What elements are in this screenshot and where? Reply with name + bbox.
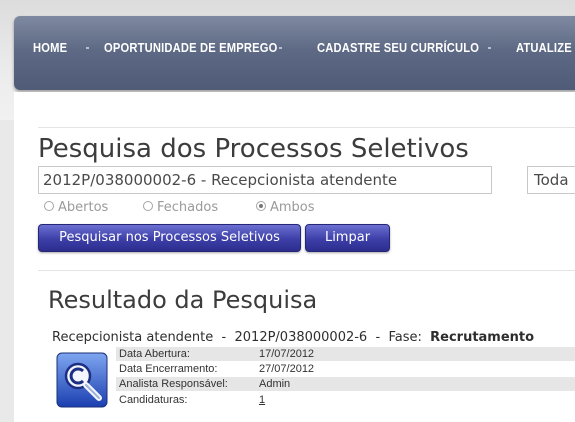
nav-home[interactable]: HOME <box>33 36 67 60</box>
detail-label: Analista Responsável: <box>119 378 228 390</box>
result-job-title[interactable]: Recepcionista atendente <box>52 330 213 345</box>
detail-row-applications: Candidaturas: 1 <box>116 393 575 407</box>
applications-count-link[interactable]: 1 <box>259 393 265 407</box>
clear-button[interactable]: Limpar <box>305 224 390 252</box>
nav-register-resume[interactable]: CADASTRE SEU CURRÍCULO <box>317 36 479 60</box>
radio-ambos[interactable]: Ambos <box>256 200 315 215</box>
main-navigation: HOME OPORTUNIDADE DE EMPREGO CADASTRE SE… <box>14 16 575 90</box>
radio-label: Abertos <box>58 200 109 215</box>
result-process-code: 2012P/038000002-6 <box>234 330 368 345</box>
divider <box>38 127 575 128</box>
detail-value: Admin <box>259 378 291 390</box>
search-button[interactable]: Pesquisar nos Processos Seletivos <box>38 224 301 252</box>
radio-label: Fechados <box>157 200 219 215</box>
status-select[interactable]: Toda <box>527 166 575 194</box>
nav-separator <box>86 47 89 49</box>
detail-row-analyst: Analista Responsável: Admin <box>116 377 575 391</box>
result-phase-label: Fase: <box>388 330 422 345</box>
radio-button-icon[interactable] <box>143 200 153 211</box>
radio-fechados[interactable]: Fechados <box>143 200 218 215</box>
result-summary[interactable]: Recepcionista atendente - 2012P/03800000… <box>52 330 534 345</box>
nav-separator <box>488 47 491 49</box>
radio-label: Ambos <box>270 200 315 215</box>
result-separator: - <box>221 330 227 345</box>
detail-value: 17/07/2012 <box>259 348 315 360</box>
nav-job-opportunities[interactable]: OPORTUNIDADE DE EMPREGO <box>104 36 278 60</box>
radio-button-icon[interactable] <box>44 200 54 211</box>
detail-label: Data Encerramento: <box>119 363 218 375</box>
detail-row-closing-date: Data Encerramento: 27/07/2012 <box>116 362 575 376</box>
search-input[interactable] <box>38 166 492 194</box>
result-phase-value: Recrutamento <box>430 330 535 345</box>
divider <box>38 270 575 271</box>
nav-separator <box>279 47 282 49</box>
radio-button-selected-icon[interactable] <box>256 200 266 211</box>
detail-label: Data Abertura: <box>119 348 190 360</box>
detail-row-opening-date: Data Abertura: 17/07/2012 <box>116 347 575 361</box>
detail-value: 27/07/2012 <box>259 363 315 375</box>
result-separator: - <box>375 330 381 345</box>
detail-label: Candidaturas: <box>119 394 188 406</box>
results-title: Resultado da Pesquisa <box>48 286 318 314</box>
radio-abertos[interactable]: Abertos <box>44 200 108 215</box>
nav-update-resume[interactable]: ATUALIZE S <box>516 36 575 60</box>
page-title: Pesquisa dos Processos Seletivos <box>38 134 469 164</box>
search-copyright-icon[interactable] <box>56 352 108 408</box>
